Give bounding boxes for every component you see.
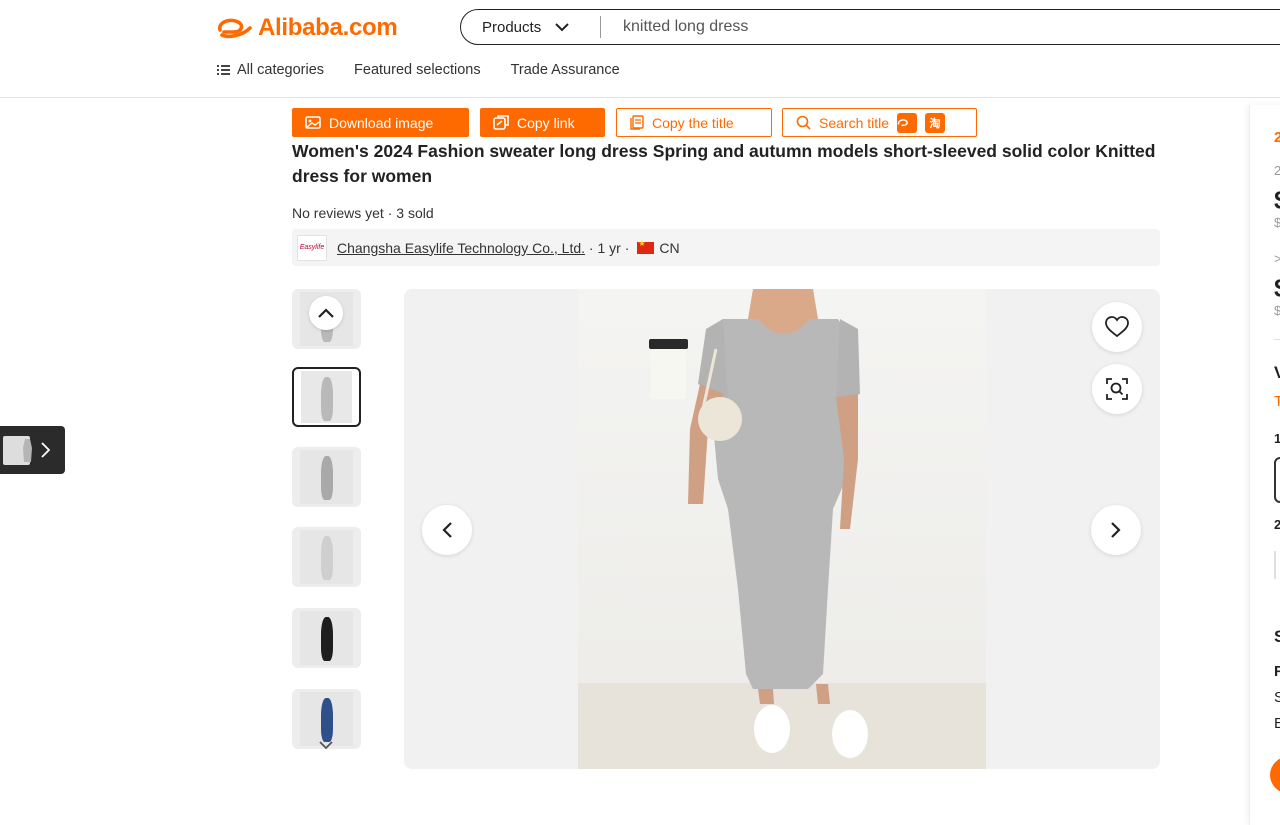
thumbnail-dress-figure — [320, 377, 333, 421]
thumbnail-item[interactable] — [292, 447, 361, 507]
panel-text: F — [1274, 663, 1280, 680]
panel-text: 2 — [1274, 163, 1280, 178]
image-search-button[interactable] — [1092, 364, 1142, 414]
panel-text: S — [1274, 627, 1280, 646]
alibaba-logo[interactable]: Alibaba.com — [216, 14, 398, 42]
thumbnail-scroll-down-button[interactable] — [310, 734, 342, 756]
variant-option[interactable] — [1274, 457, 1280, 503]
image-search-icon — [1106, 378, 1128, 400]
meta-separator: · — [585, 239, 598, 256]
supplier-name-link[interactable]: Changsha Easylife Technology Co., Ltd. — [337, 240, 585, 256]
nav-all-categories[interactable]: All categories — [217, 62, 324, 78]
thumbnail-dress-figure — [320, 536, 333, 580]
thumbnail-item[interactable] — [292, 608, 361, 668]
copy-title-button[interactable]: Copy the title — [616, 108, 772, 137]
copy-title-label: Copy the title — [652, 114, 734, 131]
download-image-label: Download image — [329, 114, 434, 131]
alibaba-1688-icon[interactable] — [897, 112, 918, 133]
panel-text: > — [1274, 251, 1280, 266]
floating-product-preview[interactable] — [0, 426, 65, 474]
supplier-country: CN — [659, 239, 680, 256]
chevron-right-icon — [41, 442, 50, 458]
next-image-button[interactable] — [1091, 505, 1141, 555]
panel-text: S — [1274, 689, 1280, 706]
taobao-icon[interactable]: 淘 — [925, 112, 946, 133]
download-image-button[interactable]: Download image — [292, 108, 469, 137]
thumbnail-scroll-up-button[interactable] — [309, 296, 343, 330]
search-bar: Products — [460, 9, 1280, 45]
panel-text: E — [1274, 715, 1280, 732]
product-main-image[interactable] — [578, 289, 986, 769]
purchase-panel: 2 2 $ $ > $ $ V T 1 2 S F S E — [1249, 105, 1280, 825]
nav-featured-selections[interactable]: Featured selections — [354, 62, 481, 78]
menu-icon — [217, 65, 230, 75]
thumbnail-item[interactable] — [292, 367, 361, 427]
search-icon — [796, 115, 811, 130]
search-title-label: Search title — [819, 114, 890, 131]
main-image-viewer — [404, 289, 1160, 769]
panel-text: 2 — [1274, 517, 1280, 532]
preview-thumbnail — [3, 435, 32, 465]
copy-link-button[interactable]: Copy link — [480, 108, 605, 137]
supplier-logo[interactable]: Easylife — [297, 234, 327, 261]
document-icon — [630, 115, 644, 130]
search-divider — [600, 16, 601, 38]
search-category-label: Products — [482, 18, 542, 36]
heart-icon — [1105, 316, 1129, 338]
price-text: $ — [1274, 185, 1280, 216]
search-title-button[interactable]: Search title 淘 — [782, 108, 977, 137]
chevron-up-icon — [318, 308, 334, 318]
nav-trade-assurance[interactable]: Trade Assurance — [511, 62, 620, 78]
panel-divider — [1274, 551, 1276, 579]
image-icon — [305, 116, 321, 129]
search-category-dropdown[interactable]: Products — [461, 19, 600, 36]
copy-link-label: Copy link — [517, 114, 575, 131]
supplier-bar: Easylife Changsha Easylife Technology Co… — [292, 229, 1160, 266]
china-flag-icon — [637, 239, 655, 254]
link-icon — [493, 115, 509, 130]
chevron-left-icon — [442, 522, 452, 538]
thumbnail-dress-figure — [320, 617, 333, 661]
old-price-text: $ — [1274, 215, 1280, 230]
nav-label: All categories — [237, 62, 325, 78]
thumbnail-image — [300, 611, 353, 665]
thumbnail-image — [300, 530, 353, 584]
meta-separator: · — [387, 205, 397, 221]
supplier-years: 1 yr — [597, 239, 621, 256]
nav-label: Trade Assurance — [510, 62, 620, 78]
panel-text: T — [1274, 393, 1280, 410]
chevron-down-icon — [319, 740, 333, 749]
chevron-right-icon — [1111, 522, 1121, 538]
thumbnail-dress-figure — [320, 456, 333, 500]
chevron-down-icon — [555, 22, 569, 31]
nav-label: Featured selections — [354, 62, 481, 78]
previous-image-button[interactable] — [422, 505, 472, 555]
dress-model-illustration — [578, 289, 986, 769]
reviews-text: No reviews yet — [292, 205, 384, 221]
product-title: Women's 2024 Fashion sweater long dress … — [292, 141, 1156, 186]
sub-navigation: All categories Featured selections Trade… — [217, 62, 650, 78]
panel-text: V — [1274, 363, 1280, 382]
panel-text: 2 — [1274, 129, 1280, 146]
old-price-text: $ — [1274, 303, 1280, 318]
meta-separator: · — [620, 239, 630, 256]
sold-count: 3 sold — [396, 205, 434, 221]
panel-text: 1 — [1274, 431, 1280, 446]
thumbnail-image — [301, 371, 352, 423]
thumbnail-item[interactable] — [292, 527, 361, 587]
thumbnail-image — [300, 450, 353, 504]
header-divider — [0, 97, 1280, 98]
product-meta: No reviews yet · 3 sold — [292, 205, 434, 221]
alibaba-logo-icon — [218, 18, 252, 39]
logo-text: Alibaba.com — [258, 14, 398, 41]
search-input[interactable] — [621, 17, 1225, 37]
price-text: $ — [1274, 273, 1280, 304]
panel-divider — [1274, 339, 1280, 340]
favorite-button[interactable] — [1092, 302, 1142, 352]
